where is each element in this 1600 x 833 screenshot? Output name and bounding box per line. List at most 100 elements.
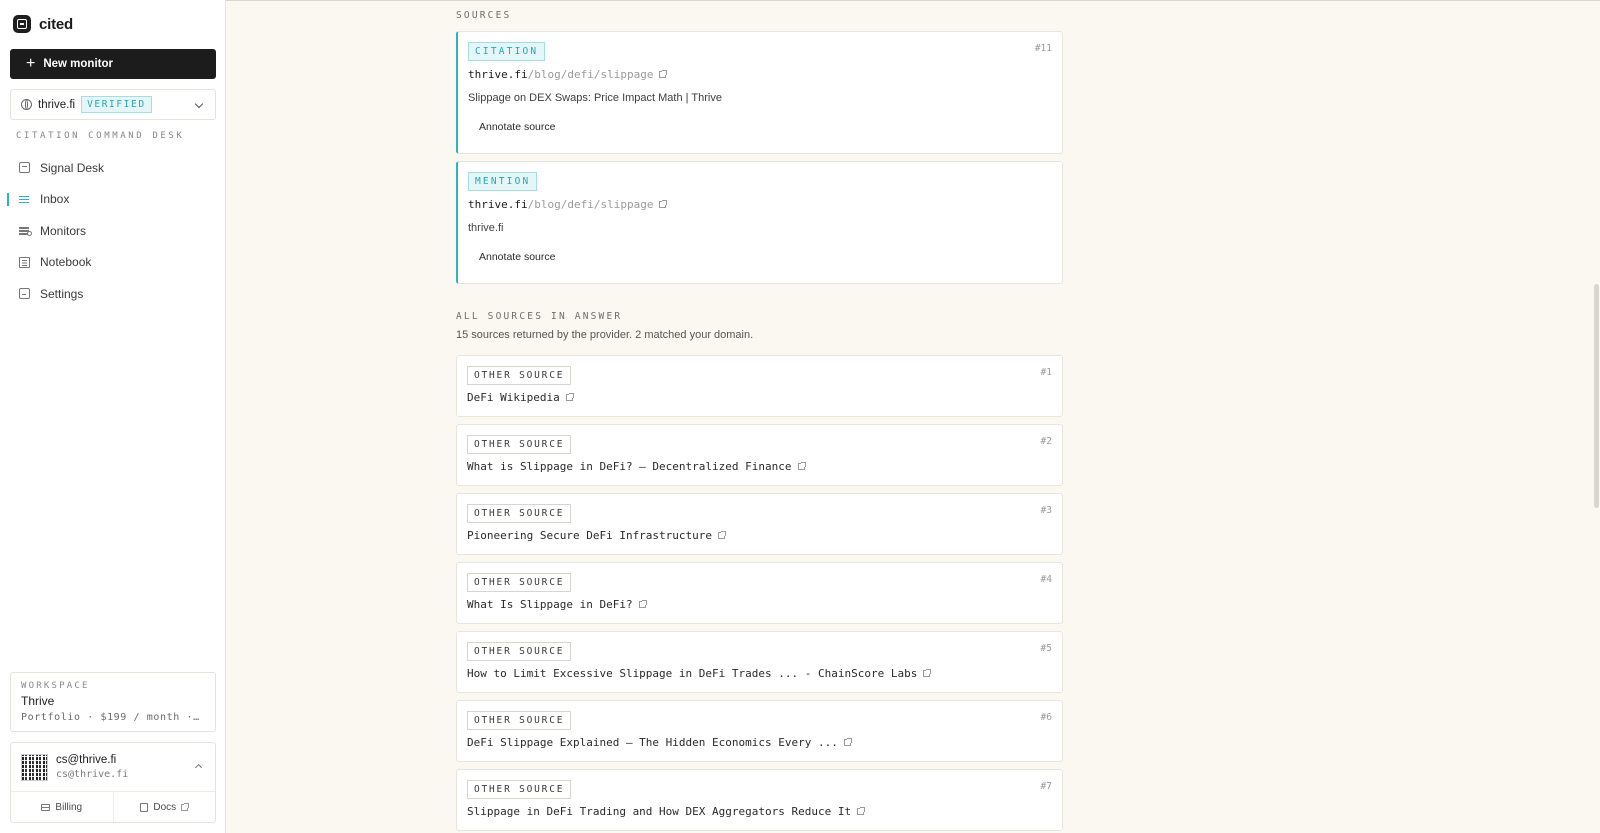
- user-actions: Billing Docs: [11, 792, 215, 822]
- source-domain: thrive.fi: [468, 198, 528, 211]
- docs-label: Docs: [153, 801, 177, 813]
- other-source-card: OTHER SOURCE #6 DeFi Slippage Explained …: [456, 700, 1063, 762]
- other-source-card: OTHER SOURCE #5 How to Limit Excessive S…: [456, 631, 1063, 693]
- external-link-icon: [565, 393, 574, 401]
- brand[interactable]: cited: [13, 15, 73, 33]
- chevron-up-icon: [194, 763, 203, 772]
- source-title: What Is Slippage in DeFi?: [467, 598, 633, 611]
- sources-heading: SOURCES: [456, 10, 512, 21]
- docs-button[interactable]: Docs: [112, 792, 216, 822]
- source-number: #1: [1040, 367, 1052, 378]
- workspace-card[interactable]: WORKSPACE Thrive Portfolio · $199 / mont…: [10, 672, 216, 732]
- source-title: How to Limit Excessive Slippage in DeFi …: [467, 667, 918, 680]
- source-number: #11: [1034, 43, 1052, 54]
- scrollbar[interactable]: [1592, 0, 1600, 833]
- new-monitor-button[interactable]: + New monitor: [10, 49, 216, 79]
- other-source-badge: OTHER SOURCE: [467, 642, 572, 661]
- source-title-link[interactable]: How to Limit Excessive Slippage in DeFi …: [467, 667, 932, 680]
- source-number: #3: [1040, 505, 1052, 516]
- other-source-card: OTHER SOURCE #4 What Is Slippage in DeFi…: [456, 562, 1063, 624]
- domain-selector[interactable]: thrive.fi VERIFIED: [10, 89, 216, 120]
- plus-icon: +: [26, 55, 36, 72]
- docs-icon: [140, 802, 149, 812]
- brand-name: cited: [39, 15, 74, 33]
- source-title-link[interactable]: DeFi Wikipedia: [467, 391, 574, 404]
- external-link-icon: [659, 200, 668, 208]
- citation-badge: CITATION: [468, 42, 546, 61]
- new-monitor-label: New monitor: [43, 58, 113, 70]
- other-source-badge: OTHER SOURCE: [467, 504, 572, 523]
- annotate-source-button[interactable]: Annotate source: [468, 118, 566, 136]
- sidebar-item-signal-desk[interactable]: Signal Desk: [0, 152, 226, 184]
- annotate-source-button[interactable]: Annotate source: [468, 248, 566, 266]
- globe-icon: [21, 99, 32, 110]
- external-link-icon: [718, 531, 727, 539]
- top-divider: [226, 0, 1600, 1]
- chevron-down-icon: [194, 99, 204, 109]
- source-title: DeFi Wikipedia: [467, 391, 560, 404]
- monitors-icon: [19, 225, 32, 237]
- desk-icon: [19, 162, 30, 174]
- source-url-link[interactable]: thrive.fi/blog/defi/slippage: [468, 198, 668, 211]
- source-title-link[interactable]: Slippage in DeFi Trading and How DEX Agg…: [467, 805, 866, 818]
- user-card: cs@thrive.fi cs@thrive.fi Billing Docs: [10, 742, 216, 823]
- other-source-card: OTHER SOURCE #7 Slippage in DeFi Trading…: [456, 769, 1063, 831]
- other-source-card: OTHER SOURCE #3 Pioneering Secure DeFi I…: [456, 493, 1063, 555]
- source-number: #5: [1040, 643, 1052, 654]
- all-sources-summary: 15 sources returned by the provider. 2 m…: [456, 329, 754, 341]
- verified-badge: VERIFIED: [81, 96, 152, 113]
- source-title: Slippage in DeFi Trading and How DEX Agg…: [467, 805, 852, 818]
- mention-badge: MENTION: [468, 172, 538, 191]
- workspace-plan: Portfolio · $199 / month · A...: [21, 712, 205, 723]
- source-title-link[interactable]: What Is Slippage in DeFi?: [467, 598, 647, 611]
- sidebar-item-monitors[interactable]: Monitors: [0, 215, 226, 247]
- user-email: cs@thrive.fi: [56, 754, 117, 766]
- source-number: #4: [1040, 574, 1052, 585]
- sidebar-item-notebook[interactable]: Notebook: [0, 247, 226, 279]
- sidebar-item-label: Inbox: [40, 192, 70, 207]
- other-source-card: OTHER SOURCE #2 What is Slippage in DeFi…: [456, 424, 1063, 486]
- source-number: #7: [1040, 781, 1052, 792]
- source-number: #2: [1040, 436, 1052, 447]
- source-title-link[interactable]: Pioneering Secure DeFi Infrastructure: [467, 529, 727, 542]
- external-link-icon: [181, 802, 190, 811]
- billing-label: Billing: [55, 801, 83, 813]
- settings-icon: [19, 288, 30, 300]
- source-title-link[interactable]: DeFi Slippage Explained – The Hidden Eco…: [467, 736, 852, 749]
- source-url-link[interactable]: thrive.fi/blog/defi/slippage: [468, 68, 668, 81]
- source-domain: thrive.fi: [468, 68, 528, 81]
- external-link-icon: [843, 738, 852, 746]
- source-title-link[interactable]: What is Slippage in DeFi? — Decentralize…: [467, 460, 806, 473]
- user-menu-toggle[interactable]: cs@thrive.fi cs@thrive.fi: [11, 743, 215, 792]
- external-link-icon: [638, 600, 647, 608]
- source-number: #6: [1040, 712, 1052, 723]
- billing-icon: [41, 803, 51, 811]
- sidebar-item-inbox[interactable]: Inbox: [0, 184, 226, 216]
- other-source-badge: OTHER SOURCE: [467, 573, 572, 592]
- sidebar-item-label: Notebook: [40, 255, 92, 270]
- workspace-label: WORKSPACE: [21, 681, 90, 691]
- sidebar-item-label: Signal Desk: [40, 160, 105, 175]
- sidebar-item-settings[interactable]: Settings: [0, 278, 226, 310]
- sidebar-nav: Signal Desk Inbox Monitors Notebook Sett…: [0, 152, 226, 310]
- external-link-icon: [923, 669, 932, 677]
- external-link-icon: [857, 807, 866, 815]
- source-title: Pioneering Secure DeFi Infrastructure: [467, 529, 713, 542]
- user-subtitle: cs@thrive.fi: [56, 769, 129, 780]
- sidebar-item-label: Monitors: [40, 223, 87, 238]
- other-source-badge: OTHER SOURCE: [467, 711, 572, 730]
- sidebar: cited + New monitor thrive.fi VERIFIED C…: [0, 0, 226, 833]
- source-path: /blog/defi/slippage: [527, 198, 654, 211]
- domain-name: thrive.fi: [38, 98, 76, 111]
- other-source-badge: OTHER SOURCE: [467, 780, 572, 799]
- source-title: What is Slippage in DeFi? — Decentralize…: [467, 460, 792, 473]
- inbox-icon: [19, 194, 30, 205]
- external-link-icon: [659, 70, 668, 78]
- other-source-badge: OTHER SOURCE: [467, 435, 572, 454]
- other-source-badge: OTHER SOURCE: [467, 366, 572, 385]
- billing-button[interactable]: Billing: [11, 792, 113, 822]
- avatar: [21, 754, 48, 781]
- cited-logo-icon: [13, 15, 31, 33]
- scrollbar-thumb[interactable]: [1594, 284, 1599, 508]
- external-link-icon: [797, 462, 806, 470]
